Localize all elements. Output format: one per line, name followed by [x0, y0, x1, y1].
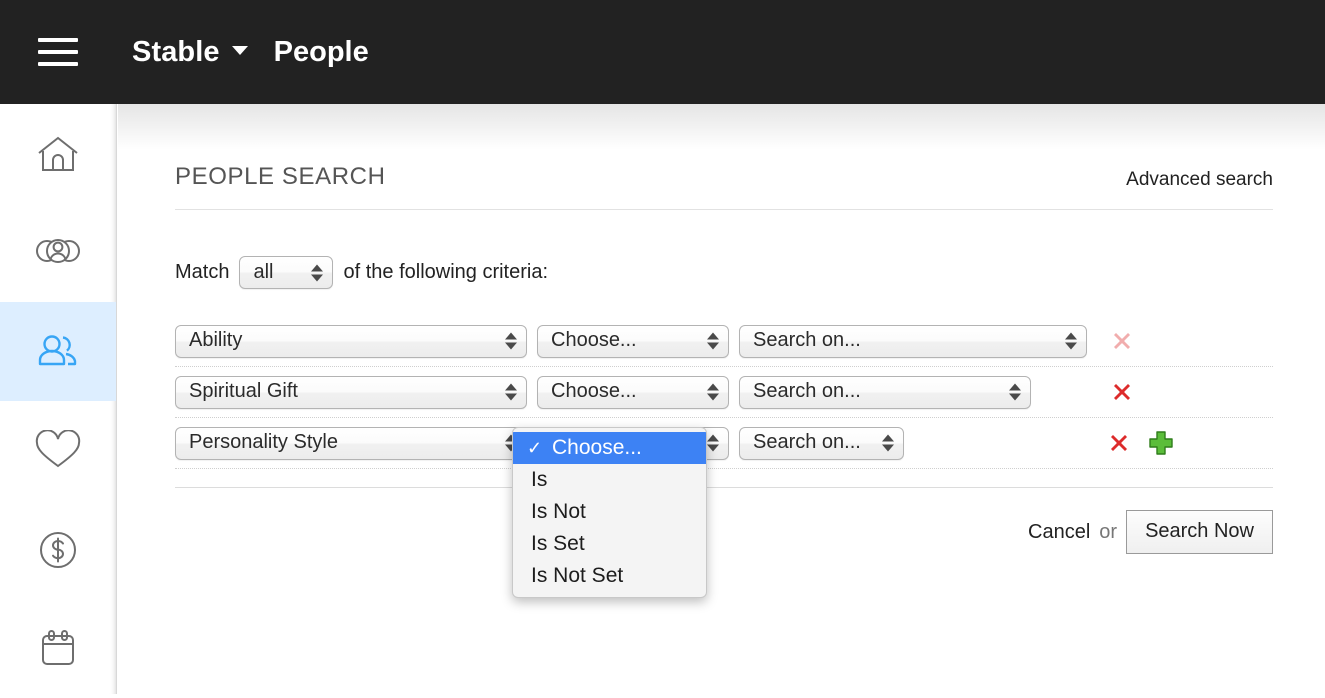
criteria-value-value: Search on...	[753, 329, 861, 351]
criteria-field-select[interactable]: Personality Style	[175, 426, 527, 460]
remove-x-icon	[1112, 382, 1132, 402]
people-icon	[35, 333, 81, 371]
match-prefix-label: Match	[175, 261, 230, 283]
add-criteria-button[interactable]	[1144, 426, 1178, 460]
sidebar	[0, 104, 117, 694]
or-label: or	[1099, 520, 1118, 543]
criteria-value-value: Search on...	[753, 380, 861, 402]
heart-icon	[34, 429, 82, 472]
brand-area: Stable People	[132, 36, 369, 69]
criteria-list: Ability Choose... Search on... Spiritual…	[175, 316, 1273, 469]
caret-down-icon[interactable]	[231, 45, 248, 55]
calendar-icon	[38, 628, 78, 670]
criteria-field-select[interactable]: Spiritual Gift	[175, 375, 527, 409]
brand-label[interactable]: Stable	[132, 36, 220, 69]
hamburger-bar	[38, 50, 78, 54]
sidebar-item-calendar[interactable]	[0, 599, 116, 698]
criteria-row: Personality Style Choose... Search on...	[175, 418, 1273, 469]
criteria-operator-select[interactable]: Choose...	[537, 375, 729, 409]
stepper-arrows-icon	[707, 434, 719, 452]
dropdown-option[interactable]: Is Not Set	[513, 560, 706, 592]
criteria-operator-select[interactable]: Choose...	[537, 324, 729, 358]
stepper-arrows-icon	[1065, 332, 1077, 350]
criteria-value-select[interactable]: Search on...	[739, 324, 1087, 358]
operator-dropdown-menu[interactable]: ✓ Choose... Is Is Not Is Set Is Not Set	[512, 427, 707, 598]
dropdown-option-label: Choose...	[552, 436, 642, 459]
remove-criteria-button[interactable]	[1105, 324, 1139, 358]
dropdown-option[interactable]: Is Not	[513, 496, 706, 528]
panel-footer: Cancel or Search Now	[175, 487, 1273, 554]
stepper-arrows-icon	[311, 264, 324, 281]
stepper-arrows-icon	[1009, 383, 1021, 401]
criteria-field-value: Ability	[189, 329, 243, 351]
groups-icon	[34, 236, 82, 270]
dropdown-option-label: Is Not	[531, 500, 586, 523]
search-now-button[interactable]: Search Now	[1126, 510, 1273, 554]
remove-x-icon	[1112, 331, 1132, 351]
match-type-select[interactable]: all	[239, 256, 334, 289]
hamburger-bar	[38, 38, 78, 42]
hamburger-bar	[38, 62, 78, 66]
checkmark-icon: ✓	[527, 438, 543, 458]
criteria-field-value: Spiritual Gift	[189, 380, 298, 402]
top-bar: Stable People	[0, 0, 1325, 104]
stepper-arrows-icon	[707, 332, 719, 350]
advanced-search-link[interactable]: Advanced search	[1126, 169, 1273, 191]
dropdown-option[interactable]: ✓ Choose...	[513, 432, 706, 464]
stepper-arrows-icon	[707, 383, 719, 401]
add-plus-icon	[1149, 431, 1173, 455]
sidebar-item-people[interactable]	[0, 302, 116, 401]
home-icon	[36, 134, 80, 174]
hamburger-icon[interactable]	[38, 38, 78, 66]
page-title: People	[273, 35, 369, 68]
match-row: Match all of the following criteria:	[175, 256, 1273, 289]
stepper-arrows-icon	[505, 332, 517, 350]
match-type-value: all	[253, 260, 274, 283]
panel-header: PEOPLE SEARCH Advanced search	[175, 104, 1273, 210]
criteria-operator-value: Choose...	[551, 380, 637, 402]
stepper-arrows-icon	[882, 434, 894, 452]
dropdown-option-label: Is	[531, 468, 548, 491]
sidebar-item-favorites[interactable]	[0, 401, 116, 500]
dropdown-option[interactable]: Is	[513, 464, 706, 496]
dropdown-option[interactable]: Is Set	[513, 528, 706, 560]
criteria-operator-value: Choose...	[551, 329, 637, 351]
main-content: PEOPLE SEARCH Advanced search Match all …	[118, 104, 1325, 694]
criteria-value-select[interactable]: Search on...	[739, 375, 1031, 409]
stepper-arrows-icon	[505, 383, 517, 401]
criteria-field-select[interactable]: Ability	[175, 324, 527, 358]
remove-x-icon	[1109, 433, 1129, 453]
criteria-value-select[interactable]: Search on...	[739, 426, 904, 460]
sidebar-item-home[interactable]	[0, 104, 116, 203]
criteria-row: Spiritual Gift Choose... Search on...	[175, 367, 1273, 418]
people-search-panel: PEOPLE SEARCH Advanced search Match all …	[175, 104, 1273, 554]
sidebar-item-giving[interactable]	[0, 500, 116, 599]
panel-title: PEOPLE SEARCH	[175, 163, 386, 190]
remove-criteria-button[interactable]	[1105, 375, 1139, 409]
dollar-icon	[36, 528, 80, 572]
criteria-row: Ability Choose... Search on...	[175, 316, 1273, 367]
dropdown-option-label: Is Not Set	[531, 564, 624, 587]
dropdown-option-label: Is Set	[531, 532, 585, 555]
cancel-link[interactable]: Cancel	[1028, 521, 1090, 544]
match-suffix-label: of the following criteria:	[343, 261, 549, 283]
remove-criteria-button[interactable]	[1102, 426, 1136, 460]
sidebar-item-groups[interactable]	[0, 203, 116, 302]
criteria-value-value: Search on...	[753, 431, 861, 453]
criteria-field-value: Personality Style	[189, 431, 338, 453]
